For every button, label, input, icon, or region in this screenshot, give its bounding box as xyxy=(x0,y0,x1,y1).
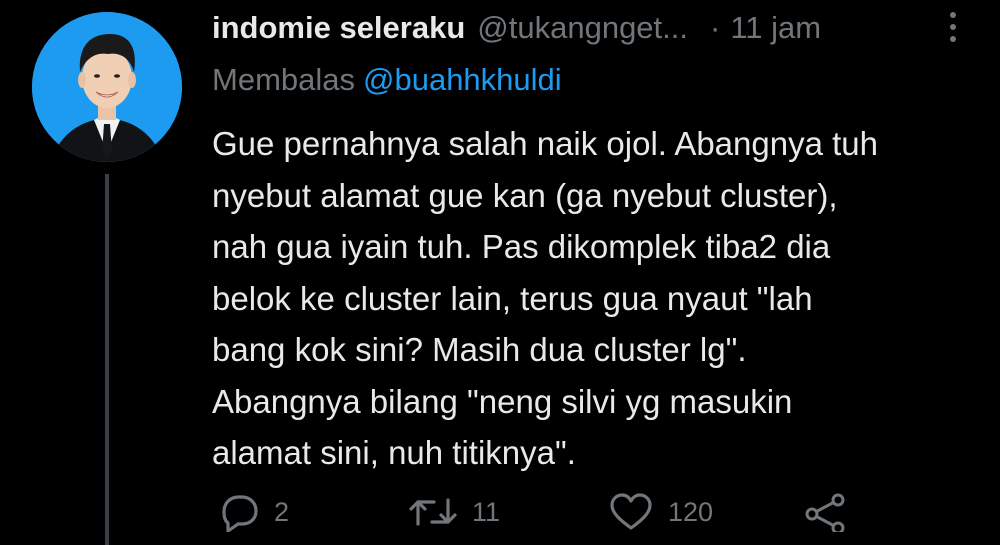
reply-to-handle[interactable]: @buahhkhuldi xyxy=(363,62,562,97)
reply-button[interactable]: 2 xyxy=(216,492,289,532)
retweet-icon xyxy=(409,498,457,526)
action-bar: 2 11 120 xyxy=(212,492,982,542)
heart-icon xyxy=(610,493,652,530)
like-count: 120 xyxy=(668,496,714,527)
reply-prefix: Membalas xyxy=(212,62,355,97)
share-icon xyxy=(805,493,845,532)
user-handle[interactable]: @tukangnget... xyxy=(477,10,688,46)
reply-context: Membalas @buahhkhuldi xyxy=(212,62,562,98)
timestamp[interactable]: 11 jam xyxy=(730,10,821,46)
avatar[interactable] xyxy=(32,12,182,162)
tweet-text-line: belok ke cluster lain, terus gua nyaut "… xyxy=(212,279,813,317)
tweet-text-line: Abangnya bilang "neng silvi yg masukin xyxy=(212,382,793,420)
avatar-image xyxy=(32,12,182,162)
retweet-count: 11 xyxy=(472,496,501,527)
like-button[interactable]: 120 xyxy=(608,492,713,532)
reply-icon xyxy=(222,495,258,532)
tweet-text: Gue pernahnya salah naik ojol. Abangnya … xyxy=(212,118,982,479)
tweet-text-line: bang kok sini? Masih dua cluster lg". xyxy=(212,331,747,368)
avatar-column xyxy=(32,12,182,545)
retweet-button[interactable]: 11 xyxy=(408,492,500,532)
display-name[interactable]: indomie seleraku xyxy=(212,10,465,46)
share-button[interactable] xyxy=(802,492,848,532)
reply-count: 2 xyxy=(274,496,290,527)
tweet-text-line: alamat sini, nuh titiknya". xyxy=(212,434,576,471)
more-vertical-icon[interactable] xyxy=(948,12,958,46)
thread-line xyxy=(105,174,109,545)
tweet-text-line: nah gua iyain tuh. Pas dikomplek tiba2 d… xyxy=(212,228,831,265)
tweet-text-line: nyebut alamat gue kan (ga nyebut cluster… xyxy=(212,176,838,214)
separator-dot: · xyxy=(710,10,721,45)
tweet-text-line: Gue pernahnya salah naik ojol. Abangnya … xyxy=(212,125,878,162)
tweet-header: indomie seleraku @tukangnget... · 11 jam xyxy=(212,8,982,48)
